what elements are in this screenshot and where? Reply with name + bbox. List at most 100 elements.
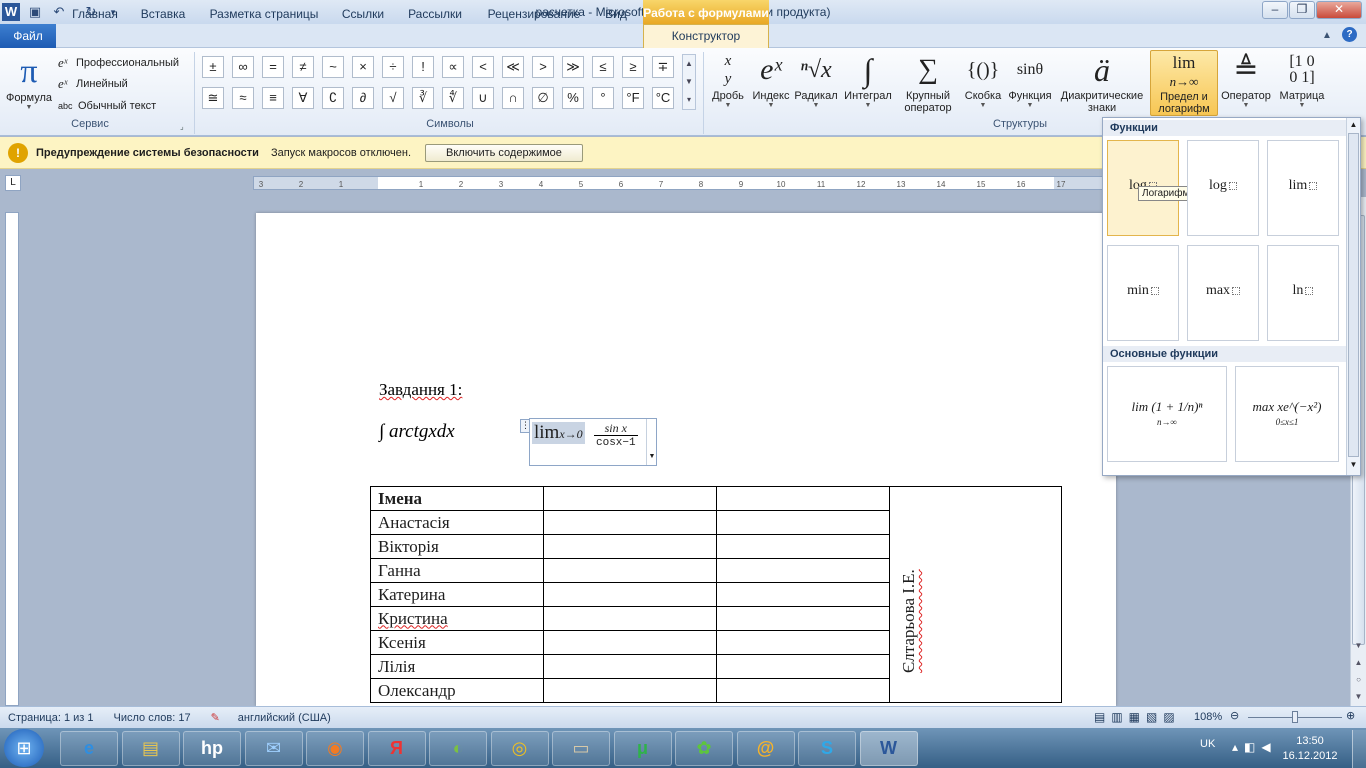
table-row[interactable]: Імена Єлтарьова І.Е. (370, 486, 1062, 703)
symbol-button[interactable]: ! (412, 56, 434, 78)
symbol-button[interactable]: ∪ (472, 87, 494, 109)
tab-selector-icon[interactable]: L (5, 175, 21, 191)
zoom-in-icon[interactable]: ⊕ (1346, 709, 1355, 722)
symbol-button[interactable]: ≪ (502, 56, 524, 78)
proofing-icon[interactable]: ✎ (211, 711, 220, 724)
gallery-item-lim-e[interactable]: lim (1 + 1/n)ⁿ n→∞ (1107, 366, 1227, 462)
symbol-button[interactable]: % (562, 87, 584, 109)
radical-button[interactable]: ⁿ√x Радикал ▼ (794, 50, 838, 116)
keyboard-language[interactable]: UK (1200, 738, 1215, 750)
empty-cell[interactable] (543, 606, 717, 631)
gallery-item-max-xe[interactable]: max xe^(−x²) 0≤x≤1 (1235, 366, 1339, 462)
empty-cell[interactable] (716, 582, 890, 607)
taskbar-ie-icon[interactable]: e (60, 731, 118, 766)
symbol-button[interactable]: ≈ (232, 87, 254, 109)
tab-mailings[interactable]: Рассылки (400, 4, 470, 24)
bracket-button[interactable]: {()} Скобка ▼ (962, 50, 1004, 116)
gallery-item-max[interactable]: max (1187, 245, 1259, 341)
tray-icons[interactable]: ▴◧◀ (1232, 740, 1277, 754)
symbol-button[interactable]: ± (202, 56, 224, 78)
vertical-ruler[interactable] (5, 212, 19, 706)
gallery-item-lim[interactable]: lim (1267, 140, 1339, 236)
zoom-slider-thumb[interactable] (1292, 711, 1298, 723)
formula-button[interactable]: π Формула ▼ (4, 52, 54, 114)
empty-cell[interactable] (543, 510, 717, 535)
empty-cell[interactable] (716, 630, 890, 655)
taskbar-firefox-icon[interactable]: ◉ (306, 731, 364, 766)
symbol-button[interactable]: ≤ (592, 56, 614, 78)
gallery-item-ln[interactable]: ln (1267, 245, 1339, 341)
empty-cell[interactable] (543, 486, 717, 511)
clock[interactable]: 13:50 16.12.2012 (1280, 734, 1340, 764)
symbol-button[interactable]: ∁ (322, 87, 344, 109)
limit-log-gallery[interactable]: Функции ▲ ▼ log Логарифм log lim min max… (1102, 117, 1361, 476)
matrix-button[interactable]: [1 00 1] Матрица ▼ (1276, 50, 1328, 116)
gallery-item-min[interactable]: min (1107, 245, 1179, 341)
symbol-button[interactable]: √ (382, 87, 404, 109)
symbol-button[interactable]: ∂ (352, 87, 374, 109)
symbol-button[interactable]: ∜ (442, 87, 464, 109)
view-buttons[interactable]: ▤▥▦▧▨ (1094, 710, 1181, 724)
minimize-button[interactable]: – (1262, 1, 1288, 19)
taskbar-skype-icon[interactable]: S (798, 731, 856, 766)
tab-page-layout[interactable]: Разметка страницы (200, 4, 328, 24)
gallery-scroll-thumb[interactable] (1348, 133, 1359, 457)
linear-button[interactable]: eˣ Линейный (58, 75, 128, 93)
symbol-button[interactable]: °F (622, 87, 644, 109)
taskbar-hp-icon[interactable]: hp (183, 731, 241, 766)
scroll-down-icon[interactable]: ▼ (1347, 458, 1360, 472)
tab-design[interactable]: Конструктор (643, 24, 769, 49)
taskbar-utorrent-icon[interactable]: μ (613, 731, 672, 766)
symbol-button[interactable]: > (532, 56, 554, 78)
limit-log-button[interactable]: lim n→∞ Предел и логарифм (1150, 50, 1218, 116)
empty-cell[interactable] (543, 654, 717, 679)
professional-button[interactable]: eˣ Профессиональный (58, 54, 179, 72)
tab-view[interactable]: Вид (598, 4, 634, 24)
ribbon-minimize-icon[interactable]: ▲ (1322, 30, 1332, 41)
scroll-nav-icons[interactable]: ▼ ▲ ○ ▼ (1351, 637, 1366, 705)
symbol-button[interactable]: ≫ (562, 56, 584, 78)
symbol-button[interactable]: ∀ (292, 87, 314, 109)
word-count[interactable]: Число слов: 17 (114, 712, 191, 724)
page-count[interactable]: Страница: 1 из 1 (8, 712, 94, 724)
gallery-scrollbar[interactable]: ▲ ▼ (1346, 118, 1360, 475)
symbol-button[interactable]: ∛ (412, 87, 434, 109)
symbol-button[interactable]: ≡ (262, 87, 284, 109)
show-desktop-button[interactable] (1352, 730, 1366, 768)
symbol-button[interactable]: ∝ (442, 56, 464, 78)
taskbar-mail-icon[interactable]: ✉ (244, 731, 303, 766)
symbols-scroll[interactable]: ▲ ▼ ▾ (682, 54, 696, 110)
names-table[interactable]: Імена Єлтарьова І.Е. Анастасія Вікторія Ганн… (370, 486, 1062, 703)
plain-text-button[interactable]: abc Обычный текст (58, 97, 156, 115)
empty-cell[interactable] (716, 606, 890, 631)
symbol-button[interactable]: ÷ (382, 56, 404, 78)
integral-button[interactable]: ∫ Интеграл ▼ (840, 50, 896, 116)
taskbar-agent-icon[interactable]: @ (736, 731, 795, 766)
start-button[interactable]: ⊞ (4, 729, 44, 767)
symbol-button[interactable]: ~ (322, 56, 344, 78)
taskbar-media-icon[interactable]: ◎ (490, 731, 549, 766)
taskbar-app-icon[interactable]: ▭ (552, 731, 610, 766)
symbol-button[interactable]: × (352, 56, 374, 78)
function-button[interactable]: sinθ Функция ▼ (1005, 50, 1055, 116)
symbol-button[interactable]: ∩ (502, 87, 524, 109)
zoom-level[interactable]: 108% (1194, 711, 1222, 723)
help-icon[interactable]: ? (1342, 27, 1357, 42)
operator-button[interactable]: ≜ Оператор ▼ (1220, 50, 1272, 116)
symbol-button[interactable]: ∅ (532, 87, 554, 109)
script-button[interactable]: eˣ Индекс ▼ (750, 50, 792, 116)
empty-cell[interactable] (716, 558, 890, 583)
symbol-button[interactable]: ∓ (652, 56, 674, 78)
symbol-button[interactable]: °C (652, 87, 674, 109)
symbol-button[interactable]: ≅ (202, 87, 224, 109)
empty-cell[interactable] (716, 654, 890, 679)
taskbar-icq-icon[interactable]: ✿ (675, 731, 733, 766)
empty-cell[interactable] (543, 678, 717, 703)
equation-handle-icon[interactable]: ⋮ (520, 419, 530, 433)
symbol-button[interactable]: ° (592, 87, 614, 109)
empty-cell[interactable] (543, 558, 717, 583)
gallery-item-log[interactable]: log (1187, 140, 1259, 236)
scroll-up-icon[interactable]: ▲ (1347, 118, 1360, 132)
symbol-button[interactable]: < (472, 56, 494, 78)
enable-content-button[interactable]: Включить содержимое (425, 143, 583, 162)
